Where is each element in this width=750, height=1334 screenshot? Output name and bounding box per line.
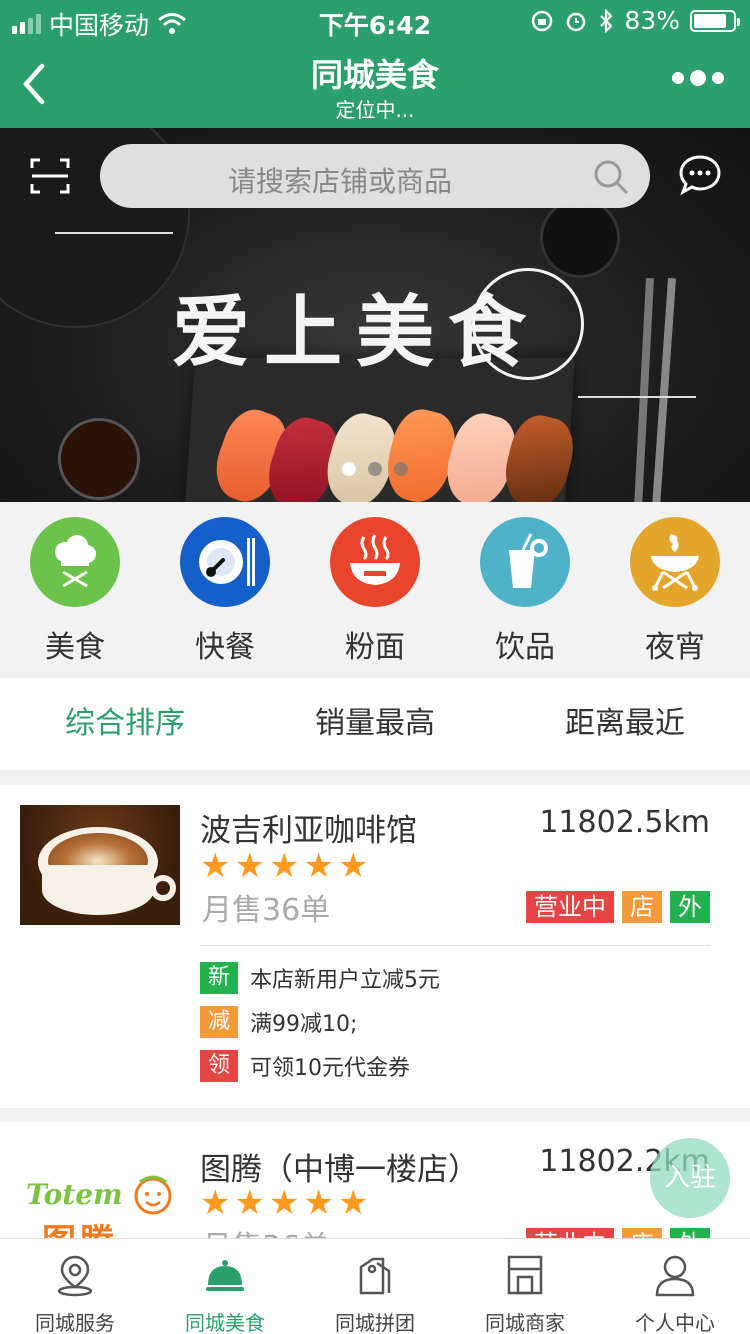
more-menu-icon[interactable] xyxy=(672,70,724,86)
tab-profile[interactable]: 个人中心 xyxy=(600,1239,750,1334)
rating-stars: ★ ★ ★ ★ ★ xyxy=(200,1186,368,1220)
star-icon: ★ xyxy=(337,1183,369,1223)
promo-text: 满99减10; xyxy=(250,1012,358,1037)
shop-distance: 11802.5km xyxy=(539,805,710,840)
sort-tab-comprehensive[interactable]: 综合排序 xyxy=(0,678,250,770)
shop-card[interactable]: 波吉利亚咖啡馆 11802.5km ★ ★ ★ ★ ★ 月售36单 营业中 店 外 新 … xyxy=(0,785,750,1108)
battery-percent: 83% xyxy=(624,6,680,35)
bbq-grill-icon xyxy=(630,517,720,607)
sort-tab-distance[interactable]: 距离最近 xyxy=(500,678,750,770)
card-divider xyxy=(200,945,710,946)
category-label: 粉面 xyxy=(345,630,405,665)
tab-label: 同城服务 xyxy=(35,1311,115,1334)
location-pin-icon xyxy=(57,1255,93,1297)
category-noodles[interactable]: 粉面 xyxy=(300,502,450,678)
star-icon: ★ xyxy=(234,1183,265,1223)
category-label: 夜宵 xyxy=(645,630,705,665)
logo-face-icon xyxy=(134,1175,172,1215)
plate-chopsticks-icon xyxy=(180,517,270,607)
price-tag-icon xyxy=(359,1257,391,1295)
tab-label: 同城商家 xyxy=(485,1311,565,1334)
page-title: 同城美食 xyxy=(310,56,439,94)
star-icon: ★ xyxy=(303,846,334,886)
category-fastfood[interactable]: 快餐 xyxy=(150,502,300,678)
category-label: 饮品 xyxy=(495,630,555,665)
category-grid: 美食 快餐 粉面 饮品 夜宵 xyxy=(0,502,750,678)
monthly-sales: 月售36单 xyxy=(202,893,331,928)
badge-delivery: 外 xyxy=(670,891,710,923)
category-night-snack[interactable]: 夜宵 xyxy=(600,502,750,678)
promo-text: 本店新用户立减5元 xyxy=(250,968,440,993)
search-icon[interactable] xyxy=(592,158,630,196)
shop-tags: 营业中 店 外 xyxy=(526,891,710,923)
category-label: 美食 xyxy=(45,630,105,665)
promo-badge: 领 xyxy=(200,1050,238,1082)
status-badge-open: 营业中 xyxy=(526,891,614,923)
carousel-dot[interactable] xyxy=(368,462,382,476)
star-icon: ★ xyxy=(337,846,369,886)
category-food[interactable]: 美食 xyxy=(0,502,150,678)
tab-group-buy[interactable]: 同城拼团 xyxy=(300,1239,450,1334)
carousel-dot[interactable] xyxy=(394,462,408,476)
star-icon: ★ xyxy=(303,1183,334,1223)
search-bar[interactable]: 请搜索店铺或商品 xyxy=(100,144,650,208)
carousel-dot[interactable] xyxy=(342,462,356,476)
food-cloche-icon xyxy=(206,1260,244,1291)
rotation-lock-icon xyxy=(532,10,553,31)
promotion-new-user: 新 本店新用户立减5元 xyxy=(200,962,440,994)
star-icon: ★ xyxy=(200,846,231,886)
status-bar: 中国移动 下午6:42 83% xyxy=(0,0,750,40)
message-icon[interactable] xyxy=(678,154,722,196)
bluetooth-icon xyxy=(600,8,613,33)
tab-city-service[interactable]: 同城服务 xyxy=(0,1239,150,1334)
join-float-button[interactable]: 入驻 xyxy=(650,1138,730,1218)
banner-divider xyxy=(55,232,173,234)
tab-label: 个人中心 xyxy=(635,1311,715,1334)
category-label: 快餐 xyxy=(195,630,255,665)
location-status: 定位中... xyxy=(335,98,415,122)
tab-city-food[interactable]: 同城美食 xyxy=(150,1239,300,1334)
drink-cup-icon xyxy=(480,517,570,607)
banner-carousel[interactable]: 请搜索店铺或商品 爱上美食 xyxy=(0,128,750,502)
star-icon: ★ xyxy=(234,846,265,886)
shop-thumbnail xyxy=(20,805,180,925)
tab-label: 同城拼团 xyxy=(335,1311,415,1334)
banner-circle-mark xyxy=(472,268,584,380)
promotion-coupon: 领 可领10元代金券 xyxy=(200,1050,410,1082)
promo-badge: 新 xyxy=(200,962,238,994)
star-icon: ★ xyxy=(268,1183,300,1223)
page: 中国移动 下午6:42 83% 同城美食 定位中... 请搜索店铺或商品 爱上美… xyxy=(0,0,750,1334)
search-placeholder: 请搜索店铺或商品 xyxy=(227,165,452,198)
noodle-bowl-icon xyxy=(330,517,420,607)
store-icon xyxy=(507,1255,543,1295)
logo-text: Totem xyxy=(26,1178,123,1211)
battery-icon xyxy=(690,9,740,32)
scan-icon[interactable] xyxy=(30,158,70,194)
bottom-tab-bar: 同城服务 同城美食 同城拼团 同城商家 个人中心 xyxy=(0,1238,750,1334)
badge-dine-in: 店 xyxy=(622,891,662,923)
sort-tab-sales[interactable]: 销量最高 xyxy=(250,678,500,770)
nav-bar: 同城美食 定位中... xyxy=(0,40,750,128)
category-drinks[interactable]: 饮品 xyxy=(450,502,600,678)
promo-badge: 减 xyxy=(200,1006,238,1038)
bowl-decor xyxy=(540,198,620,278)
star-icon: ★ xyxy=(268,846,300,886)
status-right: 83% xyxy=(530,6,740,35)
carousel-indicator xyxy=(0,462,750,476)
tab-merchants[interactable]: 同城商家 xyxy=(450,1239,600,1334)
banner-divider xyxy=(578,396,696,398)
promo-text: 可领10元代金券 xyxy=(250,1056,410,1081)
chef-hat-icon xyxy=(30,517,120,607)
rating-stars: ★ ★ ★ ★ ★ xyxy=(200,849,368,883)
shop-name[interactable]: 波吉利亚咖啡馆 xyxy=(200,805,417,850)
alarm-icon xyxy=(567,12,586,31)
promotion-discount: 减 满99减10; xyxy=(200,1006,357,1038)
user-icon xyxy=(655,1255,695,1297)
sauce-bowl-decor xyxy=(58,418,140,500)
tab-label: 同城美食 xyxy=(185,1311,265,1334)
star-icon: ★ xyxy=(200,1183,231,1223)
sort-tabs: 综合排序 销量最高 距离最近 xyxy=(0,678,750,770)
